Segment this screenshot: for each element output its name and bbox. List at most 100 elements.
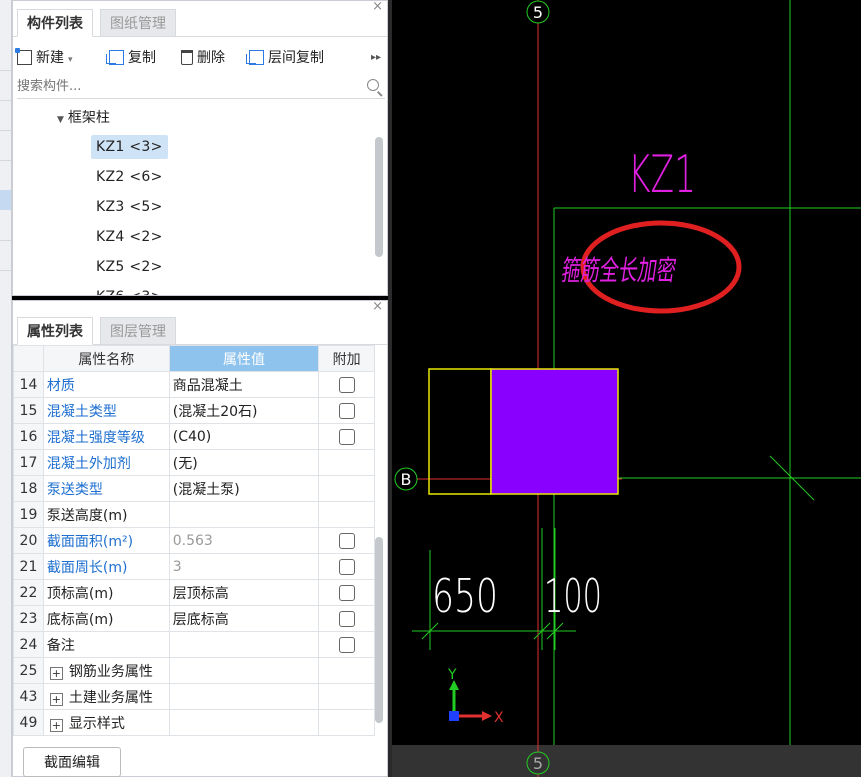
table-row[interactable]: 15 混凝土类型 (混凝土20石) [13,397,375,424]
table-row[interactable]: 22 顶标高(m) 层顶标高 [13,579,375,606]
extra-cell [318,657,375,684]
close-icon[interactable]: × [372,299,383,314]
property-name-label: 泵送高度(m) [46,507,128,524]
tree-item-kz1[interactable]: KZ1 <3> [91,135,168,159]
table-row[interactable]: 18 泵送类型 (混凝土泵) [13,475,375,502]
row-number: 18 [13,475,44,502]
table-row[interactable]: 20 截面面积(m²) 0.563 [13,527,375,554]
extra-checkbox[interactable] [338,402,355,419]
property-value[interactable]: 层顶标高 [168,579,320,606]
property-name: + 钢筋业务属性 [42,657,170,684]
property-name-label: 截面面积(m²) [46,533,134,550]
property-name-label: 钢筋业务属性 [68,663,153,680]
row-number: 43 [13,683,44,710]
drawing-canvas[interactable]: 5 B KZ1 箍筋全长加密 650 100 Y X [392,0,861,777]
table-row[interactable]: 43 + 土建业务属性 [13,683,375,710]
expand-arrow-icon[interactable]: ▼ [57,115,64,125]
column-outline [428,368,492,495]
property-value[interactable]: 0.563 [168,527,320,554]
property-name-label: 底标高(m) [46,611,114,628]
tree-scrollbar[interactable] [375,137,383,257]
row-number: 49 [13,709,44,736]
column-header-name: 属性名称 [42,345,170,372]
tree-item-kz3[interactable]: KZ3 <5> [91,195,168,219]
search-input[interactable] [17,75,357,97]
table-row[interactable]: 21 截面周长(m) 3 [13,553,375,580]
chevron-down-icon[interactable]: ▾ [68,55,73,65]
table-row[interactable]: 24 备注 [13,631,375,658]
property-list-panel: × 属性列表 图层管理 属性名称 属性值 附加 14 材质 商品混凝土 15 混凝土类型… [12,299,388,777]
tree-item-kz2[interactable]: KZ2 <6> [91,165,168,189]
property-value[interactable] [168,501,320,528]
table-row[interactable]: 19 泵送高度(m) [13,501,375,528]
floor-copy-button[interactable]: 层间复制 [246,47,324,69]
property-name: 泵送类型 [42,475,170,502]
tab-layer-management[interactable]: 图层管理 [100,317,176,345]
tab-property-list[interactable]: 属性列表 [17,317,93,345]
property-value[interactable]: (C40) [168,423,320,450]
extra-checkbox[interactable] [338,428,355,445]
property-value[interactable]: 3 [168,553,320,580]
extra-cell [318,449,375,476]
delete-label: 删除 [197,50,225,66]
table-row[interactable]: 23 底标高(m) 层底标高 [13,605,375,632]
tree-item-kz4[interactable]: KZ4 <2> [91,225,168,249]
row-number: 14 [13,371,44,398]
property-value[interactable] [168,683,320,710]
property-value[interactable] [168,631,320,658]
property-scrollbar[interactable] [375,537,383,723]
tree-item-kz6[interactable]: KZ6 <3> [91,285,168,295]
table-row[interactable]: 17 混凝土外加剂 (无) [13,449,375,476]
tree-item-kz5[interactable]: KZ5 <2> [91,255,168,279]
property-value[interactable]: (无) [168,449,320,476]
section-edit-button[interactable]: 截面编辑 [23,747,121,777]
expand-plus-icon[interactable]: + [49,718,63,732]
copy-button[interactable]: 复制 [106,47,156,69]
new-label: 新建 [36,50,64,66]
tab-drawing-management[interactable]: 图纸管理 [100,9,176,37]
extra-checkbox[interactable] [338,376,355,393]
property-name-label: 混凝土强度等级 [46,429,145,446]
extra-checkbox[interactable] [338,532,355,549]
property-name: 顶标高(m) [42,579,170,606]
left-edge-strip [0,0,12,777]
property-name: + 显示样式 [42,709,170,736]
property-value[interactable]: (混凝土20石) [168,397,320,424]
property-value[interactable]: 商品混凝土 [168,371,320,398]
ucs-origin [449,711,459,721]
property-name-label: 顶标高(m) [46,585,114,602]
axis-label-left: B [401,470,412,489]
property-value[interactable]: 层底标高 [168,605,320,632]
delete-button[interactable]: 删除 [181,47,225,69]
tab-component-list[interactable]: 构件列表 [17,9,93,37]
property-value[interactable]: (混凝土泵) [168,475,320,502]
tree-group-frame-column[interactable]: ▼ 框架柱 [57,107,110,127]
property-name: 混凝土强度等级 [42,423,170,450]
annotation-text: 箍筋全长加密 [560,254,679,287]
extra-cell [318,475,375,502]
extra-checkbox[interactable] [338,584,355,601]
floor-copy-icon [246,50,264,65]
extra-checkbox[interactable] [338,610,355,627]
extra-checkbox[interactable] [338,558,355,575]
extra-checkbox[interactable] [338,636,355,653]
expand-plus-icon[interactable]: + [49,692,63,706]
table-row[interactable]: 16 混凝土强度等级 (C40) [13,423,375,450]
property-value[interactable] [168,709,320,736]
more-icon[interactable]: ▸▸ [371,52,381,63]
expand-plus-icon[interactable]: + [49,666,63,680]
component-toolbar: 新建 ▾ 复制 删除 层间复制 ▸▸ [15,43,387,73]
column-header-value[interactable]: 属性值 [168,345,320,372]
row-number: 17 [13,449,44,476]
search-icon[interactable] [367,79,379,91]
table-row[interactable]: 49 + 显示样式 [13,709,375,736]
row-number: 22 [13,579,44,606]
row-number: 24 [13,631,44,658]
table-row[interactable]: 25 + 钢筋业务属性 [13,657,375,684]
extra-cell [318,631,375,658]
table-row[interactable]: 14 材质 商品混凝土 [13,371,375,398]
new-button[interactable]: 新建 ▾ [15,47,73,69]
property-value[interactable] [168,657,320,684]
property-name-label: 混凝土类型 [46,403,117,420]
row-number: 23 [13,605,44,632]
